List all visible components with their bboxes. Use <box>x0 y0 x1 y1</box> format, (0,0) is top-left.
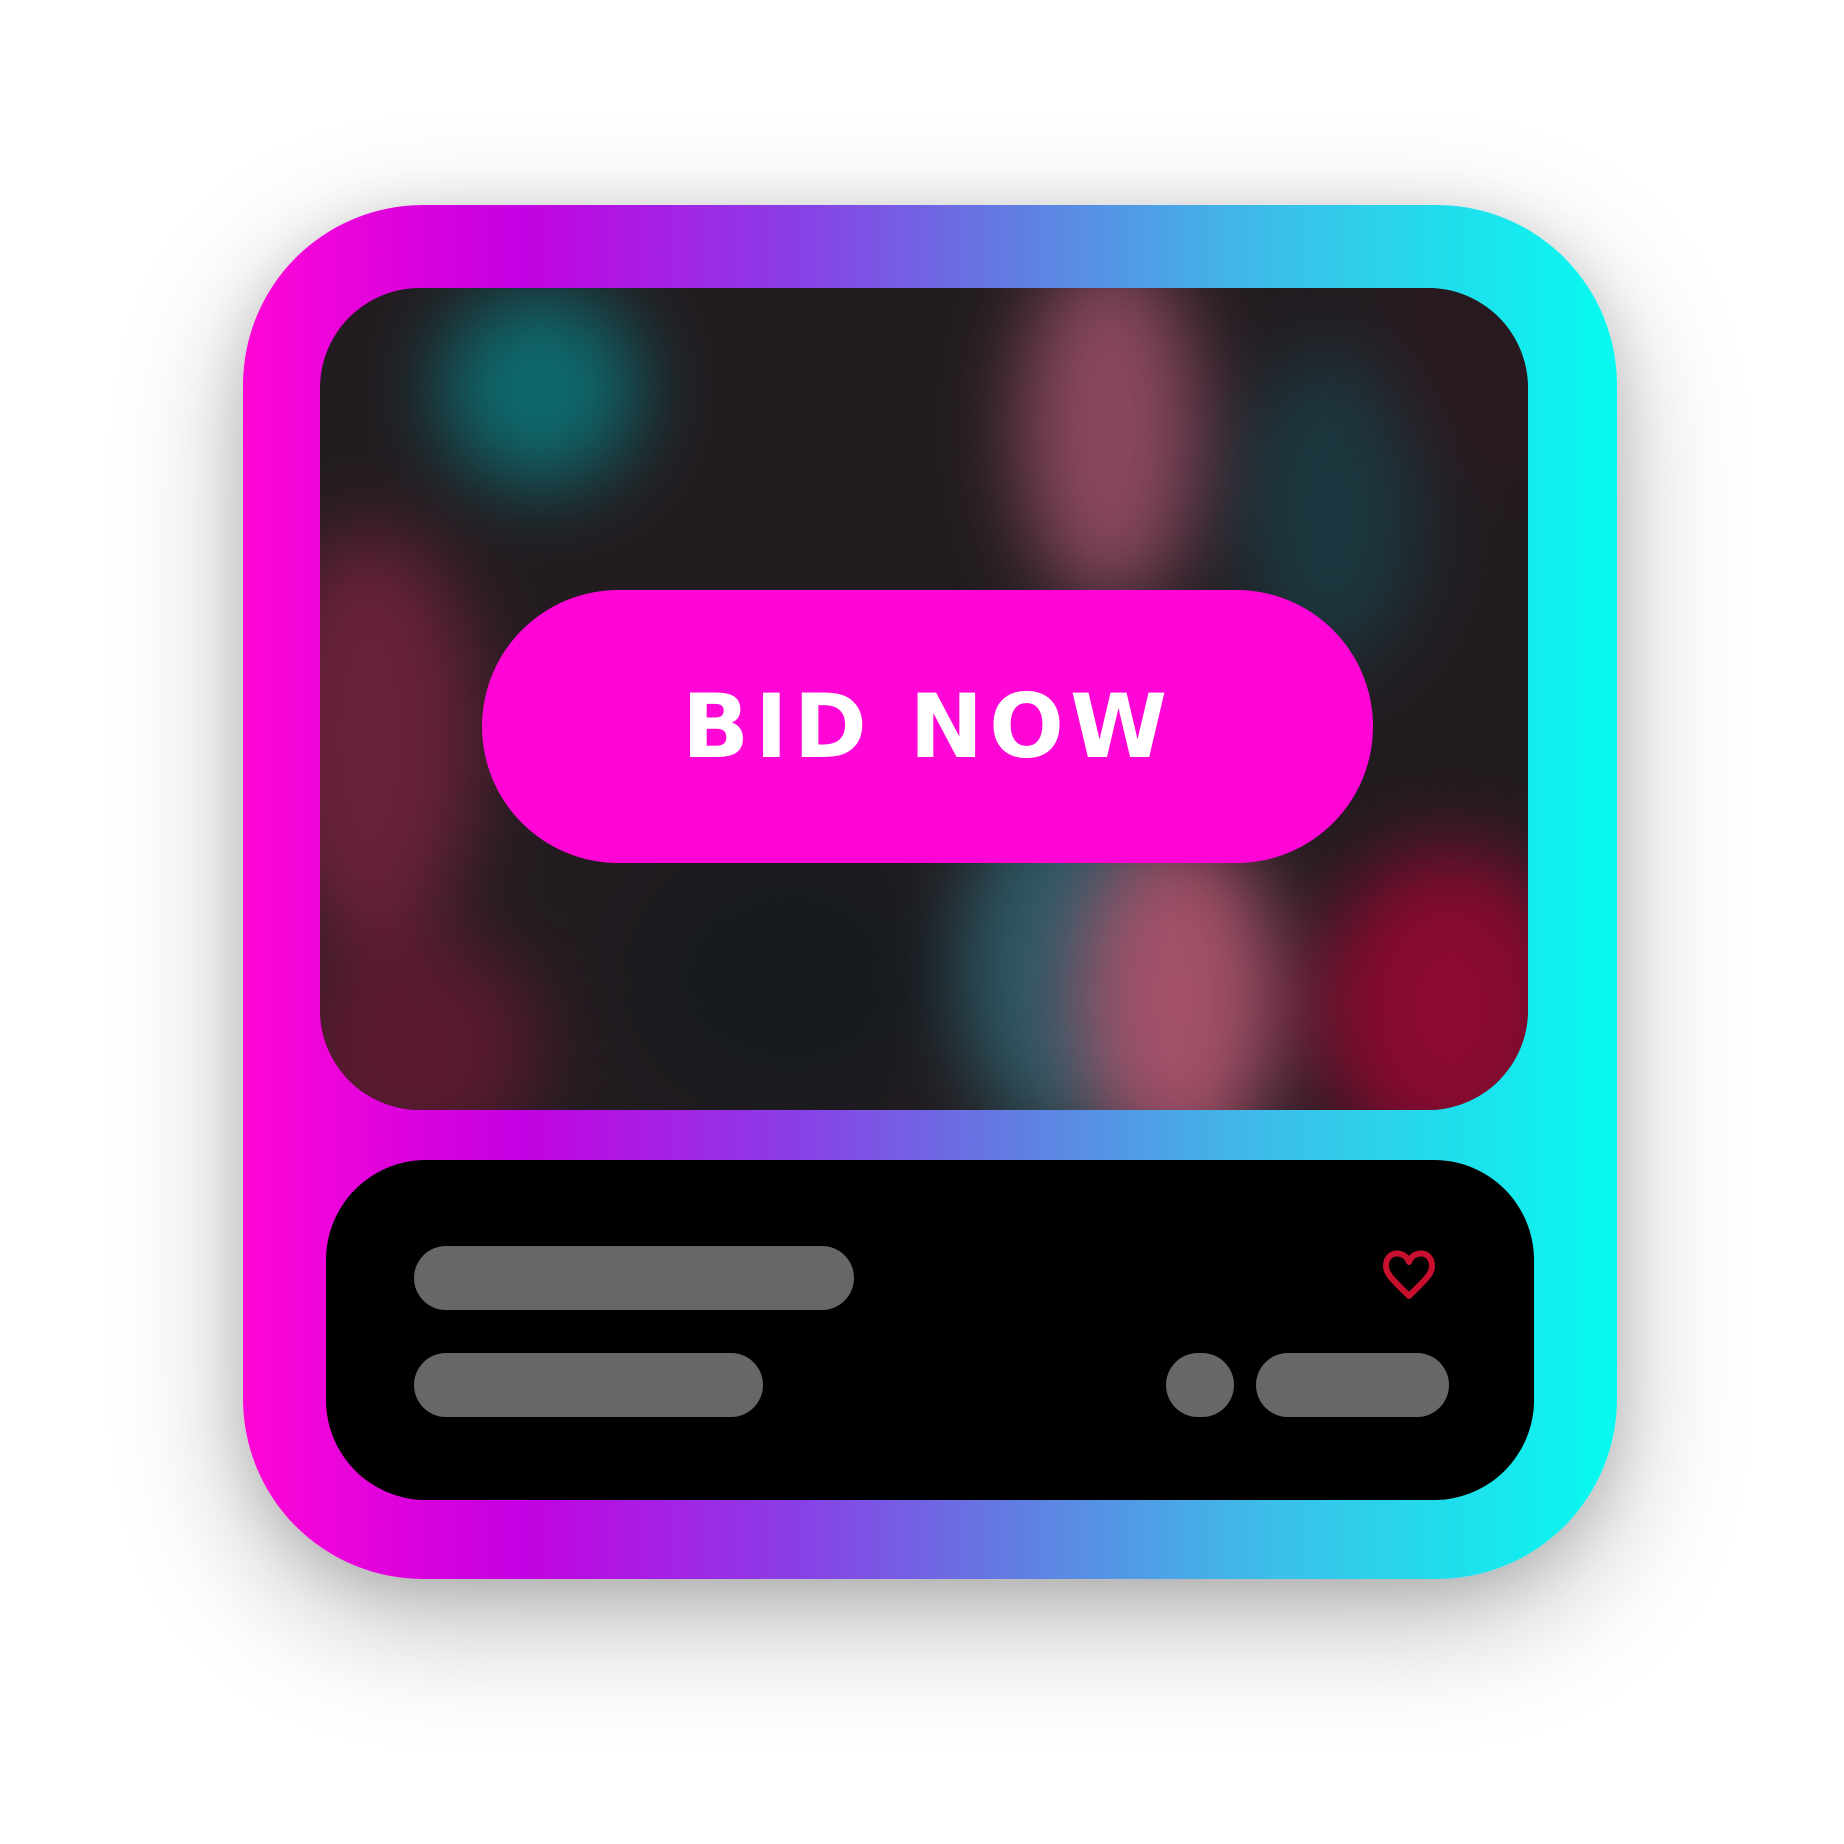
image-blob <box>320 528 480 948</box>
image-blob <box>1020 288 1200 608</box>
heart-outline-icon <box>1383 1250 1435 1299</box>
image-blob <box>320 928 540 1110</box>
bid-now-label: BID NOW <box>681 675 1174 778</box>
subtitle-placeholder <box>414 1353 763 1417</box>
image-blob <box>440 288 640 488</box>
image-blob <box>640 848 940 1108</box>
bid-now-button[interactable]: BID NOW <box>482 590 1373 863</box>
avatar-placeholder <box>1166 1353 1234 1417</box>
page: BID NOW <box>0 0 1844 1844</box>
title-placeholder <box>414 1246 854 1310</box>
favorite-button[interactable] <box>1372 1242 1446 1310</box>
price-placeholder <box>1256 1353 1449 1417</box>
info-panel <box>326 1160 1534 1500</box>
image-blob <box>1320 848 1528 1110</box>
